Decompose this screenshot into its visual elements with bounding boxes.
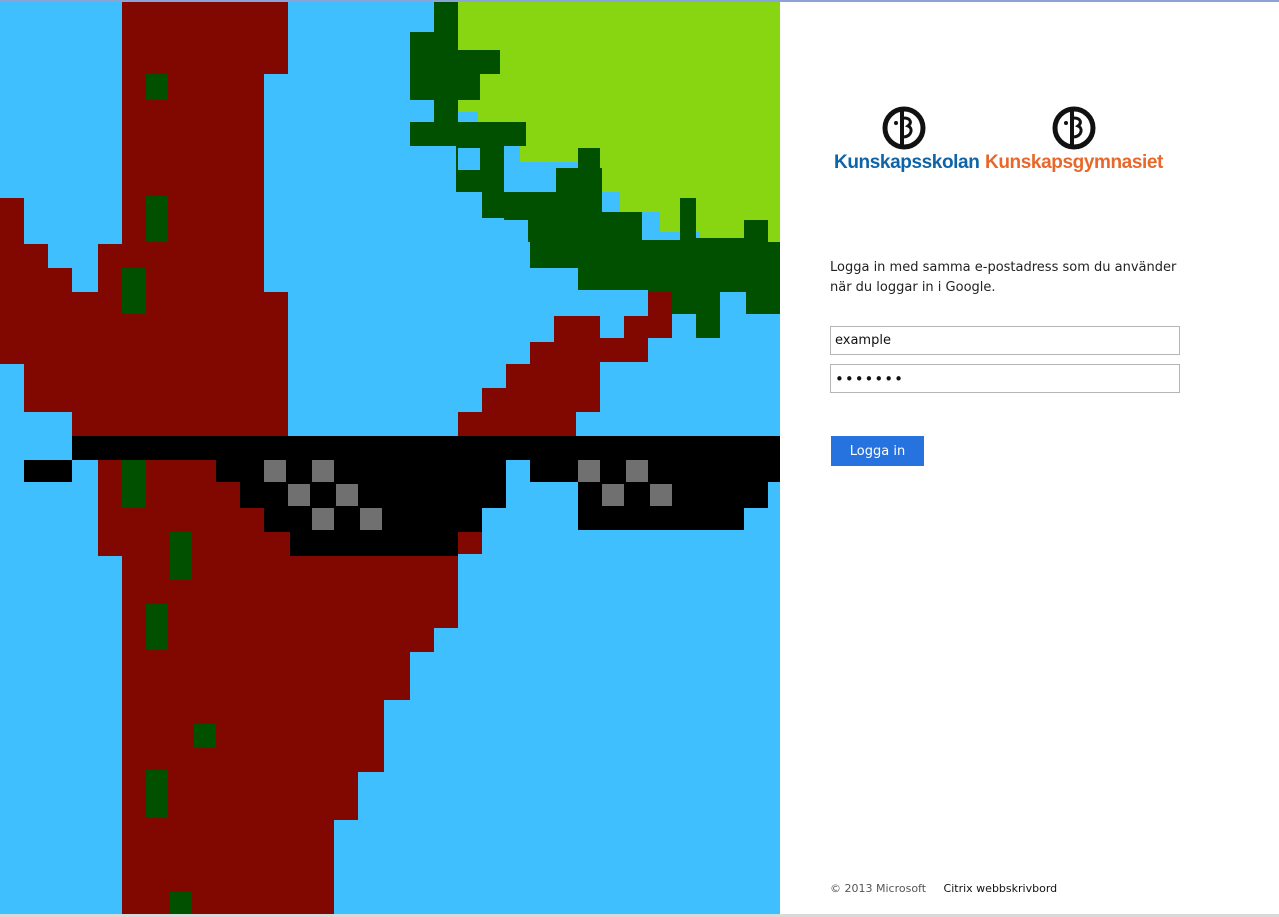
username-field[interactable] bbox=[830, 326, 1180, 355]
kunskapsgymnasiet-emblem-icon bbox=[1052, 106, 1096, 150]
background-artwork bbox=[0, 2, 780, 915]
kunskapsgymnasiet-logo: Kunskapsgymnasiet bbox=[984, 106, 1164, 174]
sign-in-panel: Kunskapsskolan Kunskapsgymnasiet Logga i… bbox=[780, 2, 1279, 914]
kunskapsskolan-logo: Kunskapsskolan bbox=[834, 106, 980, 174]
kunskapsskolan-wordmark: Kunskapsskolan bbox=[834, 152, 980, 173]
kunskapsskolan-emblem-icon bbox=[882, 106, 926, 150]
password-field[interactable] bbox=[830, 364, 1180, 393]
logo-row: Kunskapsskolan Kunskapsgymnasiet bbox=[834, 106, 1194, 186]
citrix-webbskrivbord-link[interactable]: Citrix webbskrivbord bbox=[944, 882, 1058, 895]
login-button[interactable]: Logga in bbox=[831, 436, 924, 466]
login-instructions: Logga in med samma e-postadress som du a… bbox=[830, 260, 1177, 295]
login-page: Kunskapsskolan Kunskapsgymnasiet Logga i… bbox=[0, 0, 1279, 917]
copyright-text: © 2013 Microsoft bbox=[830, 882, 927, 895]
pixel-tree-sunglasses-image bbox=[0, 2, 780, 915]
footer: © 2013 Microsoft Citrix webbskrivbord bbox=[830, 882, 1057, 895]
kunskapsgymnasiet-wordmark: Kunskapsgymnasiet bbox=[985, 152, 1163, 173]
